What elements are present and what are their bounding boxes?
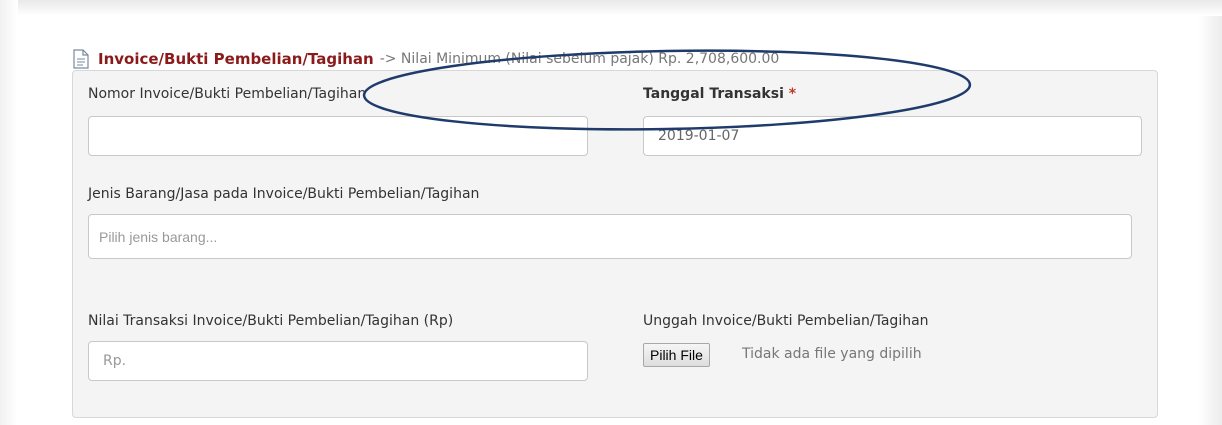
nilai-transaksi-label: Nilai Transaksi Invoice/Bukti Pembelian/… xyxy=(88,313,454,329)
unggah-invoice-label: Unggah Invoice/Bukti Pembelian/Tagihan xyxy=(643,313,929,329)
tanggal-transaksi-input[interactable]: 2019-01-07 xyxy=(643,116,1142,156)
document-icon xyxy=(73,49,89,69)
jenis-barang-placeholder: Pilih jenis barang... xyxy=(99,228,218,245)
choose-file-button[interactable]: Pilih File xyxy=(643,343,710,367)
required-marker: * xyxy=(788,86,797,102)
section-header: Invoice/Bukti Pembelian/Tagihan -> Nilai… xyxy=(72,48,779,70)
minimum-value-note: -> Nilai Minimum (Nilai sebelum pajak) R… xyxy=(379,51,780,67)
jenis-barang-label: Jenis Barang/Jasa pada Invoice/Bukti Pem… xyxy=(88,186,480,202)
nomor-invoice-input[interactable] xyxy=(88,116,588,156)
file-status-text: Tidak ada file yang dipilih xyxy=(742,346,922,362)
nilai-transaksi-input[interactable]: Rp. xyxy=(88,341,588,381)
tanggal-transaksi-value: 2019-01-07 xyxy=(658,128,740,144)
page-frame: Invoice/Bukti Pembelian/Tagihan -> Nilai… xyxy=(0,0,1222,425)
tanggal-transaksi-label-text: Tanggal Transaksi xyxy=(643,86,784,102)
jenis-barang-select[interactable]: Pilih jenis barang... xyxy=(88,214,1132,259)
window-right-shadow xyxy=(1198,16,1222,425)
section-title: Invoice/Bukti Pembelian/Tagihan xyxy=(98,50,374,68)
nomor-invoice-label: Nomor Invoice/Bukti Pembelian/Tagihan xyxy=(88,86,367,102)
window-left-shadow xyxy=(0,0,18,425)
nilai-transaksi-placeholder: Rp. xyxy=(103,353,127,369)
tanggal-transaksi-label: Tanggal Transaksi * xyxy=(643,86,796,102)
